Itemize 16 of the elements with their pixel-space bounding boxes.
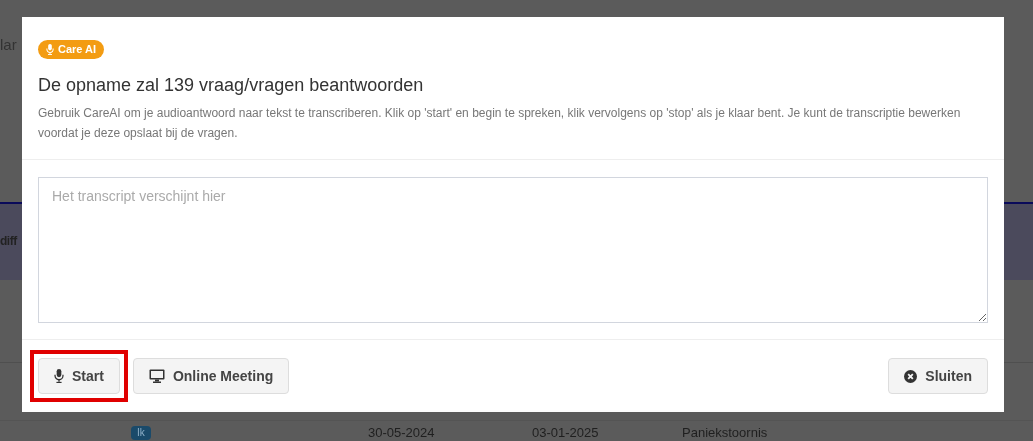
- microphone-icon: [54, 369, 64, 383]
- monitor-icon: [148, 369, 165, 383]
- close-button[interactable]: Sluiten: [888, 358, 988, 394]
- background-text: diff: [0, 233, 17, 250]
- microphone-icon: [46, 44, 54, 55]
- online-meeting-button[interactable]: Online Meeting: [132, 358, 290, 394]
- table-cell: 30-05-2024: [368, 425, 435, 441]
- start-button[interactable]: Start: [38, 358, 120, 394]
- table-cell: Paniekstoornis: [682, 425, 768, 441]
- dialog-description: Gebruik CareAI om je audioantwoord naar tekst te transcriberen. Klik op 'start' en begin te spreken, klik vervolgens op 'stop' als je klaar bent. Je kunt de transcriptie bewerken voordat je deze opslaat bij de vragen.: [38, 105, 962, 142]
- status-badge: Ik: [131, 426, 151, 440]
- care-ai-badge: Care AI: [38, 40, 105, 59]
- transcript-field[interactable]: Het transcript verschijnt hier: [38, 177, 988, 323]
- close-icon: [904, 369, 918, 383]
- dialog-title: De opname zal 139 vraag/vragen beantwoorden: [38, 74, 424, 97]
- table-cell: 03-01-2025: [532, 425, 599, 441]
